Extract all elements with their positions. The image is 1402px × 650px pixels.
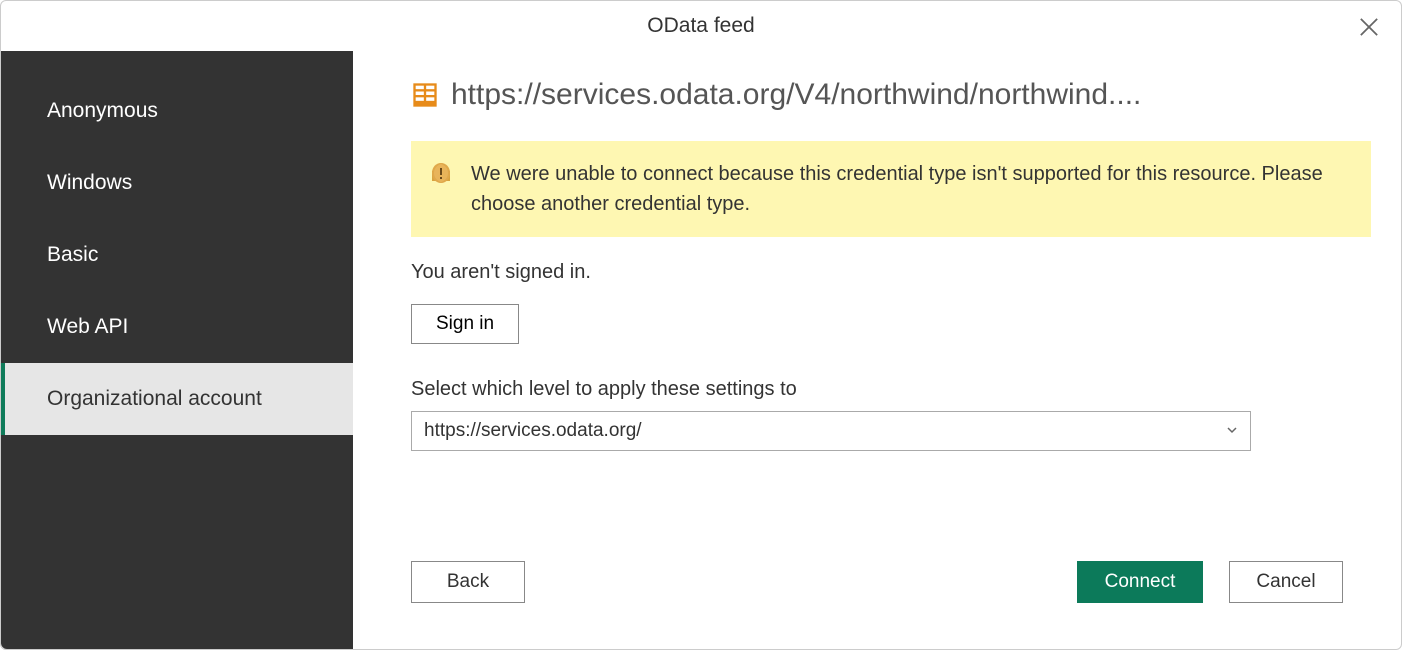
- sidebar-item-organizational-account[interactable]: Organizational account: [1, 363, 353, 435]
- cancel-button[interactable]: Cancel: [1229, 561, 1343, 603]
- sidebar-item-label: Organizational account: [47, 387, 262, 410]
- dialog-body: Anonymous Windows Basic Web API Organiza…: [1, 51, 1401, 649]
- dialog-footer: Back Connect Cancel: [411, 561, 1343, 603]
- level-dropdown[interactable]: https://services.odata.org/: [411, 411, 1251, 451]
- sidebar-item-anonymous[interactable]: Anonymous: [1, 75, 353, 147]
- sidebar-item-basic[interactable]: Basic: [1, 219, 353, 291]
- warning-banner: We were unable to connect because this c…: [411, 141, 1371, 237]
- connect-button[interactable]: Connect: [1077, 561, 1203, 603]
- sidebar-item-label: Anonymous: [47, 99, 158, 122]
- level-label: Select which level to apply these settin…: [411, 378, 1371, 401]
- datasource-url: https://services.odata.org/V4/northwind/…: [451, 77, 1371, 113]
- close-button[interactable]: [1355, 13, 1383, 41]
- warning-text: We were unable to connect because this c…: [471, 159, 1347, 219]
- footer-right: Connect Cancel: [1077, 561, 1343, 603]
- signin-status: You aren't signed in.: [411, 261, 1371, 284]
- chevron-down-icon: [1226, 420, 1238, 442]
- odata-feed-dialog: OData feed Anonymous Windows Basic Web A…: [0, 0, 1402, 650]
- level-dropdown-value: https://services.odata.org/: [424, 420, 642, 442]
- dialog-title: OData feed: [647, 14, 754, 38]
- sidebar-item-label: Web API: [47, 315, 128, 338]
- warning-icon: [429, 161, 453, 185]
- sidebar-item-windows[interactable]: Windows: [1, 147, 353, 219]
- signin-button-label: Sign in: [436, 313, 494, 334]
- dialog-header: OData feed: [1, 1, 1401, 51]
- datasource-icon: [411, 81, 439, 109]
- auth-type-sidebar: Anonymous Windows Basic Web API Organiza…: [1, 51, 353, 649]
- back-button-label: Back: [447, 571, 489, 592]
- close-icon: [1355, 13, 1383, 41]
- signin-button[interactable]: Sign in: [411, 304, 519, 344]
- back-button[interactable]: Back: [411, 561, 525, 603]
- sidebar-item-label: Windows: [47, 171, 132, 194]
- datasource-url-row: https://services.odata.org/V4/northwind/…: [411, 77, 1371, 113]
- main-panel: https://services.odata.org/V4/northwind/…: [353, 51, 1401, 649]
- connect-button-label: Connect: [1105, 571, 1176, 592]
- cancel-button-label: Cancel: [1256, 571, 1315, 592]
- sidebar-item-web-api[interactable]: Web API: [1, 291, 353, 363]
- sidebar-item-label: Basic: [47, 243, 98, 266]
